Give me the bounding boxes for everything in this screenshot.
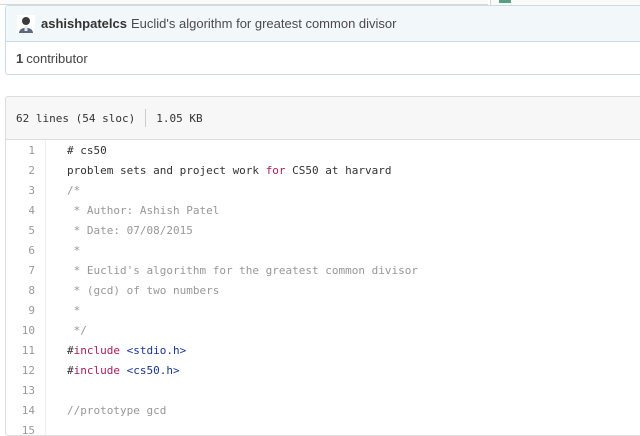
code-line: 9 *: [6, 300, 640, 320]
line-code: *: [46, 304, 80, 317]
code-line: 14//prototype gcd: [6, 400, 640, 420]
gutter-divider: [45, 380, 46, 400]
line-number[interactable]: 6: [6, 244, 45, 257]
contributors-label: contributor: [26, 51, 87, 66]
line-number[interactable]: 4: [6, 204, 45, 217]
line-number[interactable]: 10: [6, 324, 45, 337]
code-line: 10 */: [6, 320, 640, 340]
tab-icon: [499, 0, 511, 3]
code-line: 8 * (gcd) of two numbers: [6, 280, 640, 300]
code-line: 12#include <cs50.h>: [6, 360, 640, 380]
avatar-icon: [17, 15, 35, 33]
line-number[interactable]: 11: [6, 344, 45, 357]
code-line: 7 * Euclid's algorithm for the greatest …: [6, 260, 640, 280]
line-number[interactable]: 3: [6, 184, 45, 197]
line-number[interactable]: 2: [6, 164, 45, 177]
code-line: 13: [6, 380, 640, 400]
line-code: *: [46, 244, 80, 257]
file-size: 1.05 KB: [156, 112, 202, 125]
line-number[interactable]: 12: [6, 364, 45, 377]
file-viewer: 62 lines (54 sloc) 1.05 KB 1# cs502probl…: [5, 96, 640, 436]
line-code: * Author: Ashish Patel: [46, 204, 219, 217]
line-code: problem sets and project work for CS50 a…: [46, 164, 392, 177]
line-number[interactable]: 9: [6, 304, 45, 317]
code-line: 15: [6, 420, 640, 436]
line-code: * Euclid's algorithm for the greatest co…: [46, 264, 418, 277]
commit-header: ashishpatelcs Euclid's algorithm for gre…: [6, 6, 640, 42]
commit-author-link[interactable]: ashishpatelcs: [41, 16, 127, 31]
line-code: #include <cs50.h>: [46, 364, 180, 377]
file-header: 62 lines (54 sloc) 1.05 KB: [6, 97, 640, 140]
code-line: 3/*: [6, 180, 640, 200]
line-number[interactable]: 15: [6, 424, 45, 436]
line-code: //prototype gcd: [46, 404, 166, 417]
line-number[interactable]: 7: [6, 264, 45, 277]
code-view: 1# cs502problem sets and project work fo…: [6, 140, 640, 436]
contributors-count: 1: [16, 51, 23, 66]
line-code: * Date: 07/08/2015: [46, 224, 193, 237]
code-line: 2problem sets and project work for CS50 …: [6, 160, 640, 180]
code-line: 5 * Date: 07/08/2015: [6, 220, 640, 240]
code-line: 4 * Author: Ashish Patel: [6, 200, 640, 220]
contributors-bar[interactable]: 1 contributor: [6, 42, 640, 75]
commit-message-link[interactable]: Euclid's algorithm for greatest common d…: [131, 16, 396, 31]
line-number[interactable]: 14: [6, 404, 45, 417]
line-code: /*: [46, 184, 80, 197]
line-code: # cs50: [46, 144, 107, 157]
line-code: * (gcd) of two numbers: [46, 284, 219, 297]
file-lines-info: 62 lines (54 sloc): [16, 112, 135, 125]
line-number[interactable]: 8: [6, 284, 45, 297]
commit-tease: ashishpatelcs Euclid's algorithm for gre…: [5, 5, 640, 75]
line-number[interactable]: 1: [6, 144, 45, 157]
line-code: #include <stdio.h>: [46, 344, 186, 357]
code-line: 6 *: [6, 240, 640, 260]
avatar[interactable]: [17, 15, 35, 33]
file-info-divider: [145, 109, 146, 127]
line-number[interactable]: 13: [6, 384, 45, 397]
line-number[interactable]: 5: [6, 224, 45, 237]
line-code: */: [46, 324, 87, 337]
code-line: 11#include <stdio.h>: [6, 340, 640, 360]
gutter-divider: [45, 420, 46, 436]
code-line: 1# cs50: [6, 140, 640, 160]
